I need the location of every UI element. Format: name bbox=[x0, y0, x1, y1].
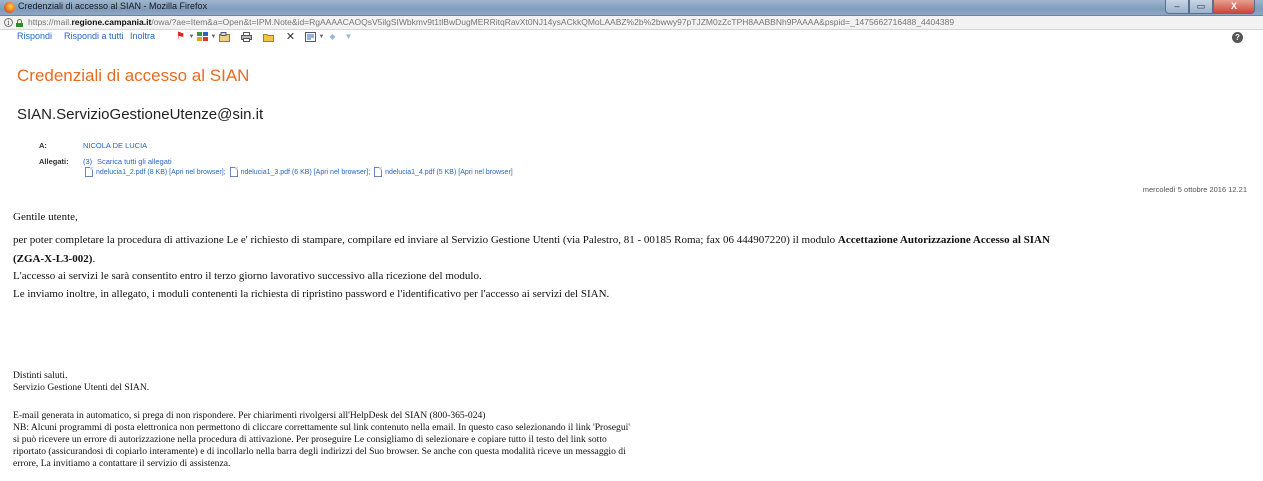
body-paragraph-1-cont: (ZGA-X-L3-002). bbox=[13, 253, 96, 265]
pdf-file-icon bbox=[85, 167, 93, 177]
open-in-browser-link[interactable]: [Apri nel browser] bbox=[314, 169, 368, 176]
message-date: mercoledì 5 ottobre 2016 12.21 bbox=[1142, 185, 1247, 194]
junk-dropdown-icon[interactable]: ▼ bbox=[316, 32, 327, 42]
categories-dropdown-icon[interactable]: ▼ bbox=[208, 32, 219, 42]
note-line-5: errore, La invitiamo a contattare il ser… bbox=[13, 458, 231, 469]
module-code: (ZGA-X-L3-002) bbox=[13, 253, 93, 265]
message-toolbar: Rispondi Rispondi a tutti Inoltra ⚑ ▼ ▼ … bbox=[0, 30, 1263, 44]
maximize-button[interactable]: ▭ bbox=[1189, 0, 1213, 14]
greeting: Gentile utente, bbox=[13, 211, 78, 223]
reply-button[interactable]: Rispondi bbox=[17, 31, 52, 41]
body-paragraph-3: Le inviamo inoltre, in allegato, i modul… bbox=[13, 288, 610, 300]
junk-icon[interactable] bbox=[305, 32, 316, 42]
reply-all-button[interactable]: Rispondi a tutti bbox=[64, 31, 124, 41]
url-text[interactable]: https://mail.regione.campania.it/owa/?ae… bbox=[28, 17, 954, 27]
open-in-browser-link[interactable]: [Apri nel browser] bbox=[458, 169, 512, 176]
message-subject: Credenziali di accesso al SIAN bbox=[17, 66, 250, 85]
attachment-list: ndelucia1_2.pdf (8 KB) [Apri nel browser… bbox=[83, 167, 513, 179]
closing-signature: Servizio Gestione Utenti del SIAN. bbox=[13, 382, 150, 393]
download-all-link[interactable]: Scarica tutti gli allegati bbox=[97, 157, 172, 166]
next-icon[interactable]: ▼ bbox=[343, 32, 354, 42]
note-line-1: E-mail generata in automatico, si prega … bbox=[13, 410, 486, 421]
previous-icon[interactable]: ◆ bbox=[327, 32, 338, 42]
open-in-browser-link[interactable]: [Apri nel browser] bbox=[169, 169, 223, 176]
attachment-link[interactable]: ndelucia1_2.pdf (8 KB) bbox=[96, 169, 167, 176]
minimize-button[interactable]: – bbox=[1165, 0, 1189, 14]
move-icon[interactable] bbox=[219, 32, 230, 42]
forward-button[interactable]: Inoltra bbox=[130, 31, 155, 41]
attachment-link[interactable]: ndelucia1_3.pdf (6 KB) bbox=[241, 169, 312, 176]
lock-icon[interactable] bbox=[16, 19, 23, 27]
window-controls: – ▭ X bbox=[1165, 0, 1255, 15]
info-icon[interactable]: i bbox=[4, 18, 13, 27]
window-title: Credenziali di accesso al SIAN - Mozilla… bbox=[18, 1, 208, 11]
note-line-3: si può ricevere un errore di autorizzazi… bbox=[13, 434, 607, 445]
to-recipient[interactable]: NICOLA DE LUCIA bbox=[83, 141, 147, 150]
note-line-2: NB: Alcuni programmi di posta elettronic… bbox=[13, 422, 631, 433]
close-button[interactable]: X bbox=[1213, 0, 1255, 14]
attachments-count: (3) bbox=[83, 157, 93, 166]
note-line-4: riportato (assicurandosi di copiarlo int… bbox=[13, 446, 626, 457]
flag-dropdown-icon[interactable]: ▼ bbox=[186, 32, 197, 42]
attachments-label: Allegati: bbox=[39, 157, 69, 166]
delete-icon[interactable]: ✕ bbox=[285, 32, 296, 43]
help-icon[interactable]: ? bbox=[1232, 32, 1243, 43]
address-bar[interactable]: i https://mail.regione.campania.it/owa/?… bbox=[0, 16, 1263, 30]
window-title-bar[interactable]: Credenziali di accesso al SIAN - Mozilla… bbox=[0, 0, 1263, 16]
closing-salutation: Distinti saluti. bbox=[13, 370, 68, 381]
body-paragraph-2: L'accesso ai servizi le sarà consentito … bbox=[13, 270, 482, 282]
folder-icon[interactable] bbox=[263, 32, 274, 42]
flag-icon[interactable]: ⚑ bbox=[175, 32, 186, 42]
pdf-file-icon bbox=[229, 167, 238, 177]
firefox-icon bbox=[4, 2, 15, 13]
pdf-file-icon bbox=[374, 167, 383, 177]
attachment-link[interactable]: ndelucia1_4.pdf (5 KB) bbox=[385, 169, 456, 176]
to-label: A: bbox=[39, 141, 47, 150]
module-name: Accettazione Autorizzazione Accesso al S… bbox=[837, 234, 1050, 246]
body-paragraph-1: per poter completare la procedura di att… bbox=[13, 234, 1050, 246]
message-sender[interactable]: SIAN.ServizioGestioneUtenze@sin.it bbox=[17, 106, 263, 123]
categories-icon[interactable] bbox=[197, 32, 208, 42]
print-icon[interactable] bbox=[241, 32, 252, 42]
